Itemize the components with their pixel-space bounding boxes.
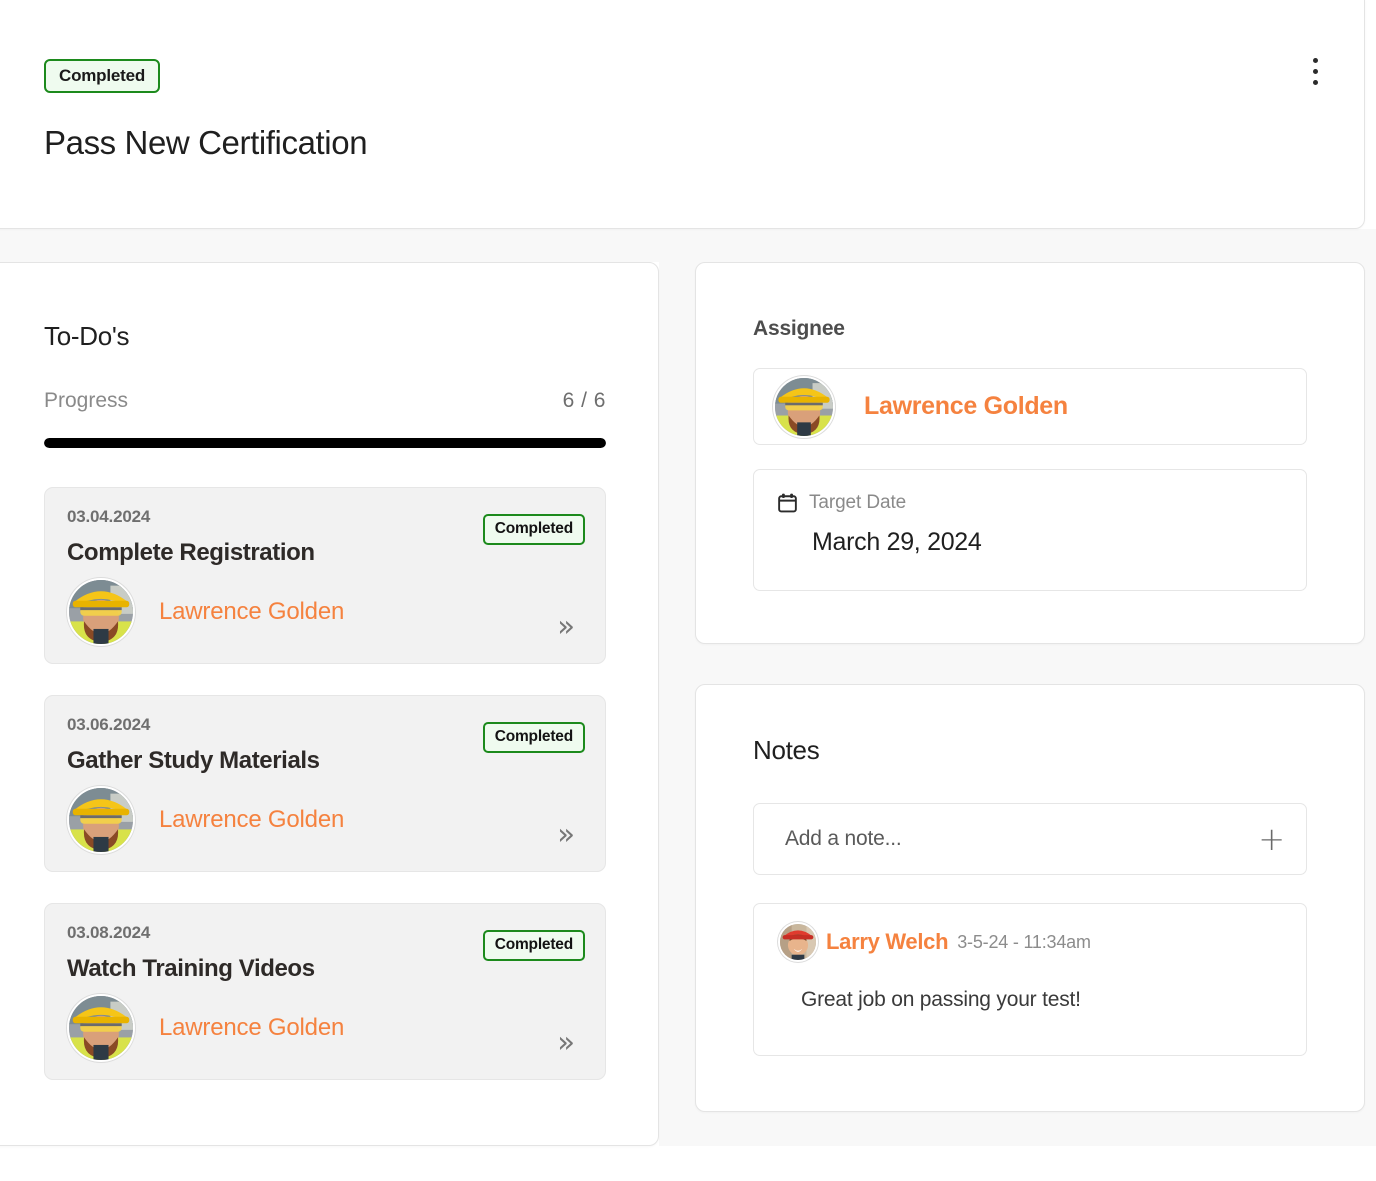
assignee-name[interactable]: Lawrence Golden (864, 392, 1068, 421)
task-detail-page: Completed Pass New Certification To-Do's… (0, 0, 1376, 1181)
chevron-double-right-icon[interactable]: » (557, 1028, 575, 1057)
assignee-label: Assignee (753, 317, 845, 340)
todo-assignee: Lawrence Golden (67, 578, 585, 646)
todo-status-badge: Completed (482, 930, 585, 961)
notes-panel: Notes + (695, 684, 1365, 1112)
header-gap-strip (0, 229, 1376, 262)
add-note-input[interactable] (785, 827, 1185, 851)
note-timestamp: 3-5-24 - 11:34am (957, 931, 1091, 952)
avatar (778, 922, 818, 962)
progress-bar-fill (44, 438, 606, 448)
avatar (67, 994, 135, 1062)
note-author[interactable]: Larry Welch (826, 929, 949, 955)
assignee-field[interactable]: Lawrence Golden (753, 368, 1307, 445)
todos-panel-content: To-Do's Progress 6 / 6 03.04.2024 Comple… (44, 263, 658, 1111)
kebab-dot (1312, 79, 1318, 85)
assignee-panel: Assignee Lawrence Golden Target Date Mar… (695, 262, 1365, 644)
progress-label: Progress (44, 389, 129, 412)
note-item: Larry Welch 3-5-24 - 11:34am Great job o… (753, 903, 1307, 1056)
details-column: Assignee Lawrence Golden Target Date Mar… (695, 262, 1365, 1112)
notes-title: Notes (753, 735, 820, 765)
page-title: Pass New Certification (44, 124, 368, 161)
todo-list: 03.04.2024 Completed Complete Registrati… (44, 487, 658, 1080)
target-date-field[interactable]: Target Date March 29, 2024 (753, 469, 1307, 591)
note-body: Great job on passing your test! (801, 988, 1081, 1011)
todo-assignee-name[interactable]: Lawrence Golden (159, 1014, 344, 1042)
bottom-background (0, 1146, 1376, 1181)
note-header: Larry Welch 3-5-24 - 11:34am (778, 922, 1282, 962)
task-header-card: Completed Pass New Certification (0, 0, 1365, 229)
todo-status-badge: Completed (482, 514, 585, 545)
avatar (773, 375, 835, 438)
status-badge: Completed (44, 59, 161, 93)
progress-row: Progress 6 / 6 (44, 389, 606, 413)
todo-assignee-name[interactable]: Lawrence Golden (159, 598, 344, 626)
todo-card[interactable]: 03.06.2024 Completed Gather Study Materi… (44, 695, 606, 872)
target-date-label: Target Date (809, 492, 907, 513)
todo-card[interactable]: 03.08.2024 Completed Watch Training Vide… (44, 903, 606, 1080)
chevron-double-right-icon[interactable]: » (557, 820, 575, 849)
target-date-value: March 29, 2024 (812, 528, 982, 556)
todo-assignee-name[interactable]: Lawrence Golden (159, 806, 344, 834)
kebab-dot (1312, 68, 1318, 74)
todo-card[interactable]: 03.04.2024 Completed Complete Registrati… (44, 487, 606, 664)
progress-bar (44, 438, 606, 448)
avatar (67, 786, 135, 854)
plus-icon[interactable]: + (1258, 823, 1285, 855)
kebab-dot (1312, 57, 1318, 63)
avatar (67, 578, 135, 646)
kebab-menu-icon[interactable] (1294, 45, 1336, 97)
progress-count: 6 / 6 (562, 389, 606, 412)
todos-panel: To-Do's Progress 6 / 6 03.04.2024 Comple… (0, 262, 659, 1146)
add-note-row[interactable]: + (753, 803, 1307, 875)
chevron-double-right-icon[interactable]: » (557, 612, 575, 641)
calendar-icon (778, 493, 797, 513)
todo-assignee: Lawrence Golden (67, 786, 585, 854)
task-header-content: Completed Pass New Certification (44, 59, 1334, 162)
todos-title: To-Do's (44, 321, 130, 351)
todo-status-badge: Completed (482, 722, 585, 753)
target-date-header: Target Date (778, 492, 1306, 514)
todo-assignee: Lawrence Golden (67, 994, 585, 1062)
